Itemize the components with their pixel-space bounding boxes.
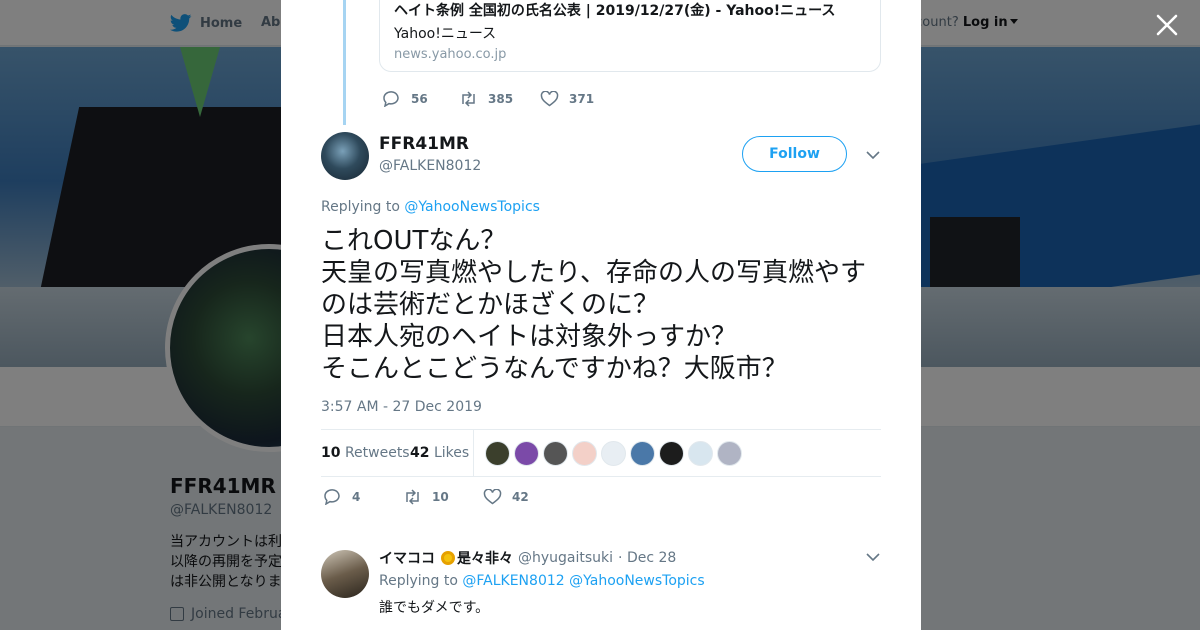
heart-icon (540, 91, 559, 107)
retweet-count: 385 (488, 92, 514, 106)
liker-avatar[interactable] (601, 441, 626, 466)
author-handle[interactable]: @FALKEN8012 (379, 158, 481, 174)
thread-connector-line (343, 0, 346, 125)
reply-author-handle[interactable]: @hyugaitsuki (518, 550, 613, 566)
reply-text: 誰でもダメです。 (379, 600, 490, 616)
author-name[interactable]: FFR41MR (379, 134, 469, 154)
likes-stat-label: Likes (433, 445, 470, 461)
tweet-stats: 10 Retweets 42 Likes (321, 429, 881, 477)
link-preview-card[interactable]: ヘイト条例 全国初の氏名公表 | 2019/12/27(金) - Yahoo!ニ… (379, 0, 881, 72)
tweet-text: これOUTなん？ 天皇の写真燃やしたり、存命の人の写真燃やすのは芸術だとかほざく… (321, 226, 866, 384)
author-avatar[interactable] (321, 132, 369, 180)
link-card-description: Yahoo!ニュース (394, 26, 497, 42)
retweet-count: 10 (432, 490, 449, 504)
retweet-action[interactable]: 10 (403, 489, 483, 505)
link-card-domain: news.yahoo.co.jp (394, 47, 507, 62)
liker-avatar[interactable] (717, 441, 742, 466)
reply-count: 56 (411, 92, 428, 106)
parent-tweet-actions: 56 385 371 (382, 91, 594, 107)
reply-header: イマココ 是々非々 @hyugaitsuki · Dec 28 (379, 548, 676, 568)
mention-link[interactable]: @YahooNewsTopics (569, 573, 705, 589)
liker-avatar[interactable] (659, 441, 684, 466)
liker-avatars (485, 441, 746, 466)
chevron-down-icon[interactable] (866, 150, 880, 160)
like-action[interactable]: 371 (540, 91, 594, 107)
reply-action[interactable]: 56 (382, 91, 459, 107)
retweets-stat[interactable]: 10 Retweets (321, 445, 410, 461)
mention-link[interactable]: @YahooNewsTopics (404, 199, 540, 215)
stats-divider (473, 430, 474, 477)
retweets-stat-count: 10 (321, 445, 341, 461)
liker-avatar[interactable] (543, 441, 568, 466)
likes-stat[interactable]: 42 Likes (410, 445, 469, 461)
reply-author-name[interactable]: イマココ (379, 548, 435, 568)
mention-link[interactable]: @FALKEN8012 (462, 573, 564, 589)
close-icon[interactable] (1154, 12, 1180, 38)
sunflower-icon (441, 551, 455, 565)
liker-avatar[interactable] (514, 441, 539, 466)
reply-icon (383, 91, 399, 107)
retweets-stat-label: Retweets (344, 445, 410, 461)
reply-date[interactable]: · Dec 28 (618, 550, 676, 566)
heart-icon (483, 489, 502, 505)
likes-stat-count: 42 (410, 445, 430, 461)
replying-prefix: Replying to (321, 199, 400, 215)
reply-author-suffix[interactable]: 是々非々 (457, 548, 513, 568)
reply-replying-prefix: Replying to (379, 573, 458, 589)
liker-avatar[interactable] (572, 441, 597, 466)
tweet-timestamp[interactable]: 3:57 AM - 27 Dec 2019 (321, 399, 482, 415)
reply-author-avatar[interactable] (321, 550, 369, 598)
like-action[interactable]: 42 (483, 489, 529, 505)
replying-to-line: Replying to @YahooNewsTopics (321, 199, 540, 215)
retweet-icon (462, 91, 475, 107)
like-count: 371 (569, 92, 595, 106)
liker-avatar[interactable] (485, 441, 510, 466)
retweet-icon (406, 489, 419, 505)
liker-avatar[interactable] (688, 441, 713, 466)
tweet-modal: ヘイト条例 全国初の氏名公表 | 2019/12/27(金) - Yahoo!ニ… (281, 0, 921, 630)
liker-avatar[interactable] (630, 441, 655, 466)
retweet-action[interactable]: 385 (459, 91, 540, 107)
like-count: 42 (512, 490, 529, 504)
reply-replying-to: Replying to @FALKEN8012 @YahooNewsTopics (379, 573, 705, 589)
reply-icon (324, 489, 340, 505)
follow-button[interactable]: Follow (742, 136, 847, 172)
tweet-actions: 4 10 42 (323, 489, 529, 505)
reply-count: 4 (352, 490, 361, 504)
link-card-title: ヘイト条例 全国初の氏名公表 | 2019/12/27(金) - Yahoo!ニ… (394, 3, 836, 19)
reply-action[interactable]: 4 (323, 489, 403, 505)
chevron-down-icon[interactable] (866, 552, 880, 562)
